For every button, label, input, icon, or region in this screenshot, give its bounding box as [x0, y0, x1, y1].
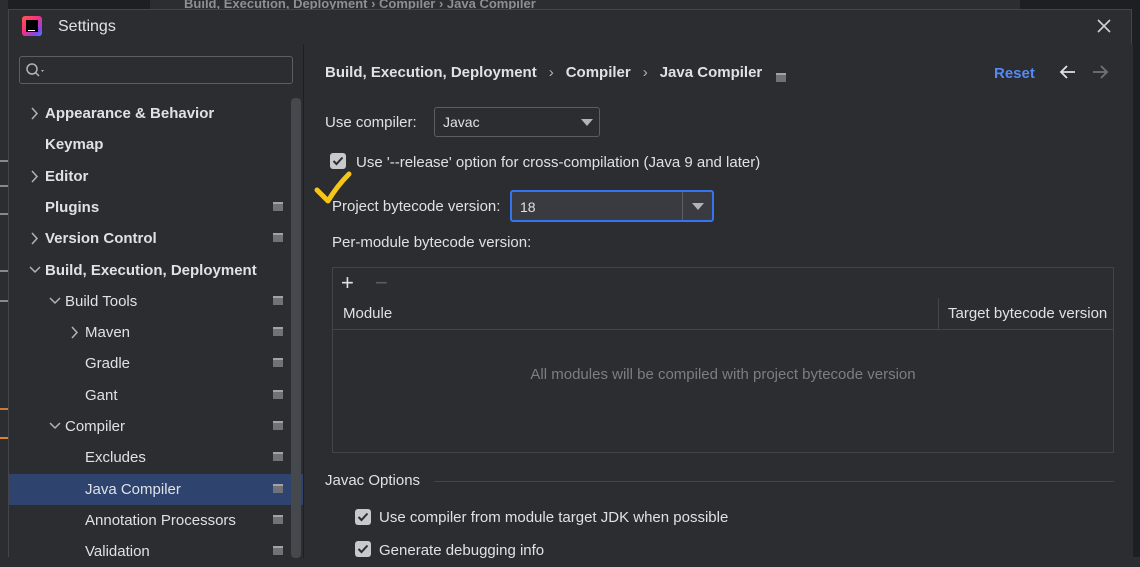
project-page-icon [273, 421, 283, 431]
settings-dialog: Settings Appearance & Behavior Keymap Edit… [8, 9, 1133, 560]
breadcrumb-item[interactable]: Build, Execution, Deployment [325, 64, 537, 81]
forward-arrow-icon[interactable] [1090, 62, 1110, 82]
table-toolbar: + − [333, 268, 1113, 299]
reset-link[interactable]: Reset [994, 65, 1035, 82]
per-module-label: Per-module bytecode version: [332, 234, 532, 251]
project-page-icon [273, 390, 283, 400]
sidebar-item-label: Appearance & Behavior [45, 105, 215, 122]
project-page-icon [273, 358, 283, 368]
project-page-icon [273, 296, 283, 306]
use-module-jdk-checkbox[interactable] [355, 509, 371, 525]
settings-sidebar: Appearance & Behavior Keymap Editor Plugins… [9, 44, 303, 560]
sidebar-item-label: Build Tools [65, 293, 138, 310]
intellij-app-icon [22, 16, 42, 36]
sidebar-item[interactable]: Appearance & Behavior [9, 98, 303, 129]
sidebar-item[interactable]: Build, Execution, Deployment [9, 255, 303, 286]
sidebar-item-label: Version Control [45, 230, 157, 247]
sidebar-item[interactable]: Maven [9, 317, 303, 348]
project-page-icon [273, 484, 283, 494]
table-empty-text: All modules will be compiled with projec… [530, 366, 916, 383]
chevron-right-icon[interactable] [29, 98, 43, 129]
sidebar-item[interactable]: Plugins [9, 192, 303, 223]
use-compiler-select[interactable]: Javac [434, 107, 600, 137]
breadcrumb-separator-icon: › [642, 64, 648, 81]
bytecode-version-value: 18 [520, 199, 536, 215]
project-page-icon [273, 327, 283, 337]
search-icon [26, 63, 44, 77]
window-title: Settings [58, 18, 116, 35]
release-option-label: Use '--release' option for cross-compila… [356, 154, 761, 171]
column-header-target-bytecode[interactable]: Target bytecode version [948, 305, 1107, 322]
breadcrumb-item: Java Compiler [659, 64, 763, 81]
sidebar-item[interactable]: Gant [9, 380, 303, 411]
sidebar-item[interactable]: Excludes [9, 442, 303, 473]
debug-info-label: Generate debugging info [379, 542, 545, 559]
close-icon[interactable] [1093, 15, 1115, 37]
chevron-down-icon[interactable] [29, 255, 43, 286]
sidebar-item-label: Editor [45, 168, 89, 185]
project-page-icon [273, 515, 283, 525]
sidebar-item[interactable]: Validation [9, 536, 303, 567]
sidebar-item[interactable]: Version Control [9, 223, 303, 254]
sidebar-item[interactable]: Keymap [9, 129, 303, 160]
sidebar-item-label: Build, Execution, Deployment [45, 262, 257, 279]
column-header-module[interactable]: Module [343, 305, 392, 322]
sidebar-scrollbar[interactable] [291, 98, 301, 558]
chevron-right-icon[interactable] [29, 161, 43, 192]
checkmark-icon [357, 544, 369, 554]
sidebar-item-label: Maven [85, 324, 131, 341]
title-bar: Settings [9, 10, 1131, 44]
per-module-table: + − Module Target bytecode version All m… [332, 267, 1114, 453]
sidebar-item[interactable]: Build Tools [9, 286, 303, 317]
sidebar-item-label: Gant [85, 387, 118, 404]
project-page-icon [273, 546, 283, 556]
breadcrumb-separator-icon: › [548, 64, 554, 81]
sidebar-item-label: Keymap [45, 136, 104, 153]
chevron-right-icon[interactable] [29, 223, 43, 254]
java-compiler-page: Build, Execution, Deployment › Compiler › Ja… [304, 44, 1133, 559]
settings-search-input[interactable] [19, 56, 293, 84]
sidebar-item[interactable]: Compiler [9, 411, 303, 442]
breadcrumb-item[interactable]: Compiler [566, 64, 631, 81]
sidebar-item[interactable]: Annotation Processors [9, 505, 303, 536]
remove-icon: − [375, 270, 388, 295]
sidebar-item-label: Gradle [85, 355, 131, 372]
project-page-icon [776, 69, 787, 82]
use-compiler-label: Use compiler: [325, 114, 417, 131]
ide-left-strip [0, 0, 8, 557]
sidebar-item-label: Plugins [45, 199, 100, 216]
sidebar-item[interactable]: Java Compiler [9, 474, 303, 505]
section-divider [434, 481, 1114, 482]
table-header: Module Target bytecode version [333, 298, 1113, 330]
breadcrumb: Build, Execution, Deployment › Compiler › Ja… [325, 64, 787, 82]
sidebar-item[interactable]: Editor [9, 161, 303, 192]
debug-info-checkbox[interactable] [355, 541, 371, 557]
yellow-checkmark-annotation [314, 171, 352, 204]
bytecode-version-select[interactable]: 18 [510, 190, 714, 222]
project-page-icon [273, 452, 283, 462]
back-arrow-icon[interactable] [1058, 62, 1078, 82]
project-page-icon [273, 202, 283, 212]
chevron-down-icon [581, 119, 593, 126]
chevron-down-icon[interactable] [49, 411, 63, 442]
sidebar-item-label: Excludes [85, 449, 146, 466]
chevron-down-icon[interactable] [49, 286, 63, 317]
use-compiler-value: Javac [443, 114, 480, 130]
project-page-icon [273, 233, 283, 243]
sidebar-item-label: Compiler [65, 418, 126, 435]
sidebar-item-label: Annotation Processors [85, 512, 236, 529]
sidebar-item-label: Validation [85, 543, 150, 560]
chevron-down-icon [692, 203, 704, 210]
sidebar-item[interactable]: Gradle [9, 348, 303, 379]
checkmark-icon [357, 512, 369, 522]
javac-options-heading: Javac Options [325, 472, 421, 489]
add-icon[interactable]: + [341, 270, 354, 296]
use-module-jdk-label: Use compiler from module target JDK when… [379, 509, 729, 526]
sidebar-item-label: Java Compiler [85, 481, 181, 498]
chevron-right-icon[interactable] [69, 317, 83, 348]
